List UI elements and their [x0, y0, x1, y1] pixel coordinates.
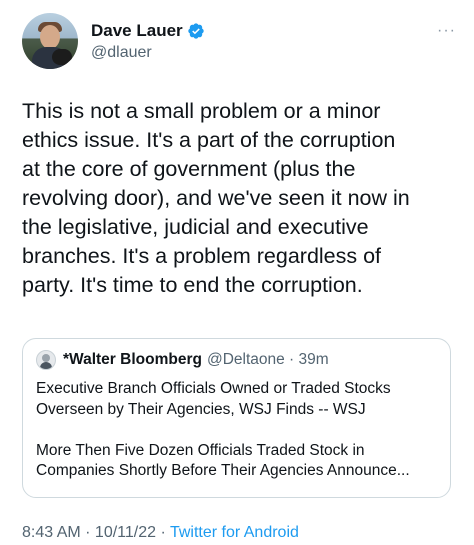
meta-separator: · [156, 524, 170, 541]
tweet-date[interactable]: 10/11/22 [95, 524, 156, 541]
tweet-text: This is not a small problem or a minor e… [22, 99, 410, 297]
tweet: Dave Lauer @dlauer ··· This is not a sma… [0, 0, 474, 545]
author-avatar[interactable] [22, 13, 78, 69]
author-handle[interactable]: @dlauer [91, 44, 152, 62]
avatar-face [40, 25, 60, 49]
quoted-author-name: *Walter Bloomberg [63, 351, 202, 368]
meta-separator: · [80, 524, 95, 541]
avatar-dog [52, 49, 72, 65]
verified-badge-icon [187, 23, 204, 39]
quoted-tweet-text: Executive Branch Officials Owned or Trad… [36, 380, 410, 479]
quoted-tweet-card[interactable]: *Walter Bloomberg @Deltaone · 39m Execut… [22, 338, 451, 498]
quoted-avatar-head [42, 354, 50, 362]
tweet-source-link[interactable]: Twitter for Android [170, 524, 299, 541]
quoted-author-handle-time: @Deltaone · 39m [206, 351, 329, 368]
author-name-row[interactable]: Dave Lauer [91, 21, 205, 41]
author-display-name[interactable]: Dave Lauer [91, 21, 183, 41]
quoted-tweet-header: *Walter Bloomberg @Deltaone · 39m [36, 350, 329, 370]
quoted-avatar-body [40, 362, 52, 369]
tweet-metadata: 8:43 AM · 10/11/22 · Twitter for Android [22, 524, 299, 542]
more-options-icon[interactable]: ··· [437, 22, 456, 40]
quoted-author-avatar [36, 350, 56, 370]
tweet-time[interactable]: 8:43 AM [22, 524, 81, 541]
